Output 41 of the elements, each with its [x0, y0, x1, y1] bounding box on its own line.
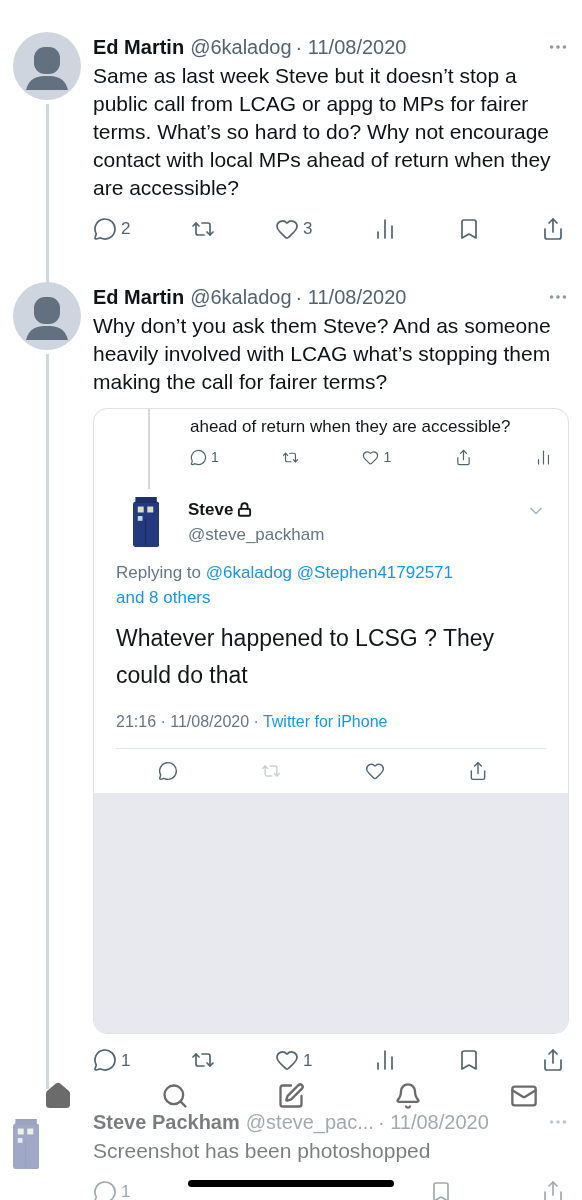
tweet-date: · 11/08/2020	[295, 284, 407, 310]
replying-to-text: Replying to @6kaladog @Stephen41792571 and 8 others	[116, 561, 455, 609]
tweet-date: · 11/08/2020	[295, 35, 407, 60]
action-count: 2	[121, 218, 131, 240]
author-name[interactable]: Ed Martin	[93, 32, 185, 62]
tweet-text: Screenshot has been photoshopped	[93, 1138, 432, 1164]
mention-link[interactable]: @6kaladog	[205, 562, 293, 582]
quoted-tweet-text: Whatever happened to LCSG ? They could do that	[116, 623, 496, 690]
tweet-date: · 11/08/2020	[377, 1110, 489, 1135]
author-handle: @6kaladog	[190, 35, 292, 60]
heart-icon[interactable]	[362, 448, 380, 466]
reply-icon[interactable]	[93, 216, 117, 241]
mention-link[interactable]: @Stephen41792571	[296, 562, 454, 582]
author-handle: @6kaladog	[190, 284, 292, 310]
heart-icon[interactable]	[274, 1048, 299, 1073]
reply-icon[interactable]	[93, 1048, 117, 1073]
home-icon[interactable]	[44, 1082, 72, 1110]
action-count: 3	[302, 218, 313, 240]
reply-icon[interactable]	[190, 448, 207, 466]
tweet-timestamp: 21:16 · 11/08/2020 ·	[116, 711, 259, 732]
action-count: 1	[383, 447, 392, 467]
action-count: 1	[121, 1181, 131, 1200]
compose-icon[interactable]	[277, 1082, 305, 1110]
action-count: 1	[211, 447, 219, 467]
author-handle: @steve_packham	[188, 525, 325, 544]
source-link[interactable]: Twitter for iPhone	[262, 709, 388, 734]
search-icon[interactable]	[160, 1082, 189, 1110]
action-count: 1	[302, 1049, 313, 1072]
author-handle: @steve_pac...	[245, 1110, 374, 1136]
share-icon[interactable]	[454, 448, 472, 466]
author-name[interactable]: Steve Packham	[93, 1107, 240, 1137]
action-count: 1	[121, 1049, 131, 1072]
tweet-text: Why don’t you ask them Steve? And as someone heavily involved with LCAG what’s stopping them making the call for fairer terms?	[93, 312, 552, 395]
avatar-icon	[13, 32, 81, 100]
quoted-text: ahead of return when they are accessible?	[190, 415, 512, 438]
bell-icon[interactable]	[393, 1082, 422, 1110]
reply-icon[interactable]	[157, 760, 178, 781]
mention-link[interactable]: and 8 others	[116, 587, 211, 607]
author-name[interactable]: Steve	[188, 496, 234, 522]
author-name[interactable]: Ed Martin	[93, 281, 185, 312]
tweet-text: Same as last week Steve but it doesn’t stop a public call from LCAG or appg to MPs for fairer terms. What’s so hard to do? Why not encourage contact with local MPs ahead of return when they are accessible?	[93, 63, 552, 201]
